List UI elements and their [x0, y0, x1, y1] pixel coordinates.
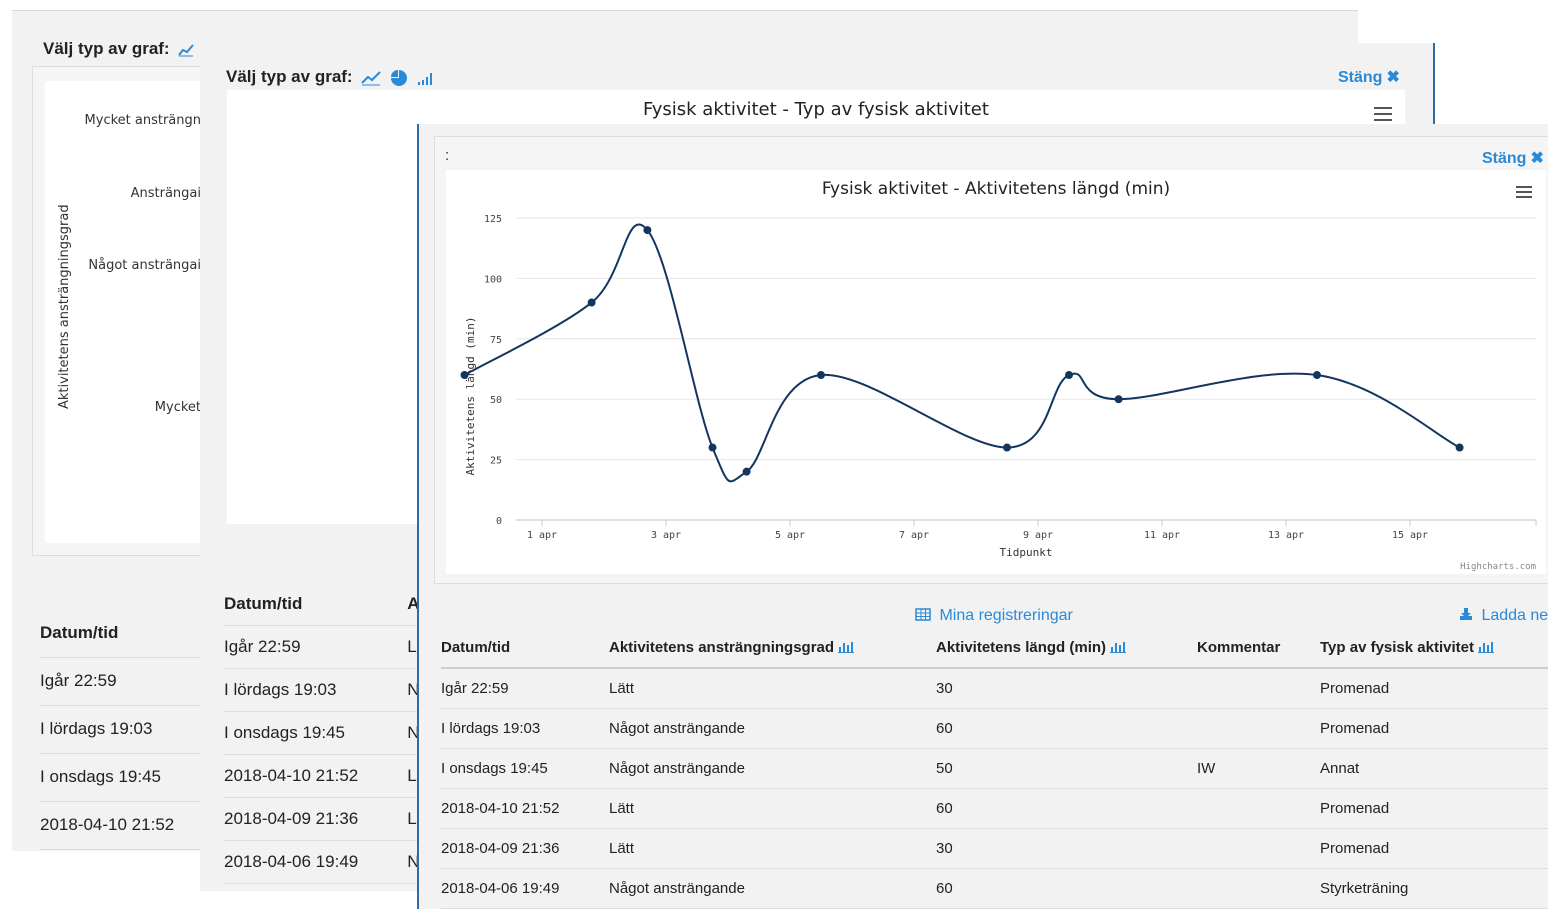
table-row[interactable]: 2018-04-10 21:52 — [40, 801, 210, 849]
middle-chart-title: Fysisk aktivitet - Typ av fysisk aktivit… — [643, 99, 989, 120]
chart-title: Fysisk aktivitet - Aktivitetens längd (m… — [822, 179, 1170, 199]
column-header-activity-type[interactable]: Typ av fysisk aktivitet — [1320, 628, 1548, 668]
table-row[interactable]: 2018-04-06 19:49 Något ansträngande 60 Styr… — [441, 868, 1548, 908]
close-icon: ✖ — [1386, 69, 1400, 86]
table-row[interactable]: Igår 22:59 L — [224, 625, 424, 668]
table-row[interactable]: 2018-04-09 21:36 L — [224, 797, 424, 840]
download-link[interactable]: Ladda ne — [1459, 607, 1548, 625]
table-row[interactable]: 2018-04-06 19:49 N — [224, 840, 424, 883]
line-chart-icon[interactable] — [178, 43, 195, 57]
y-tick-label: 125 — [484, 214, 502, 225]
data-point[interactable] — [1455, 443, 1464, 452]
data-point[interactable] — [587, 298, 596, 307]
table-row[interactable]: I lördags 19:03 Något ansträngande 60 Prome… — [441, 708, 1548, 748]
category-label: Mycket ansträngn — [84, 113, 201, 128]
chart-menu-icon[interactable] — [1374, 107, 1392, 121]
table-row[interactable]: 2018-04-09 21:36 Lätt 30 Promenad — [441, 828, 1548, 868]
data-point[interactable] — [1003, 443, 1011, 452]
panel-header-text: : — [445, 147, 450, 164]
y-axis-title: Aktivitetens längd (min) — [464, 317, 477, 476]
my-registrations-link[interactable]: Mina registreringar — [915, 607, 1073, 625]
pie-chart-icon[interactable] — [390, 69, 408, 87]
y-tick-label: 25 — [490, 456, 502, 467]
y-tick-label: 0 — [496, 516, 502, 527]
table-icon — [915, 608, 931, 621]
bar-chart-icon[interactable] — [838, 641, 855, 653]
download-icon — [1460, 608, 1472, 620]
graph-type-selector: Välj typ av graf: — [226, 67, 435, 87]
table-row[interactable]: I lördags 19:03 — [40, 705, 210, 753]
table-row[interactable]: 2018-04-10 21:52 Lätt 60 Promenad — [441, 788, 1548, 828]
close-button[interactable]: Stäng ✖ — [1338, 67, 1400, 87]
column-header: Datum/tid — [224, 593, 303, 613]
x-tick-label: 9 apr — [1023, 530, 1053, 541]
category-label: Mycket — [154, 400, 201, 415]
column-header-effort[interactable]: Aktivitetens ansträngningsgrad — [609, 628, 936, 668]
y-tick-label: 75 — [490, 335, 502, 346]
y-tick-label: 100 — [484, 274, 502, 285]
back-records-table: Datum/tid Igår 22:59 I lördags 19:03 I o… — [40, 609, 210, 850]
middle-records-table: Datum/tid A Igår 22:59 L I lördags 19:03 N… — [224, 583, 424, 884]
bar-chart-icon[interactable] — [1110, 641, 1127, 653]
table-row[interactable]: 2018-04-10 21:52 L — [224, 754, 424, 797]
table-row[interactable]: I onsdags 19:45 — [40, 753, 210, 801]
back-y-axis-title: Aktivitetens ansträngningsgrad — [57, 204, 72, 409]
table-row[interactable]: Igår 22:59 Lätt 30 Promenad — [441, 668, 1548, 708]
front-window: : Stäng ✖ Fysisk aktivitet - Aktivitetens… — [417, 124, 1548, 909]
graph-type-selector: Välj typ av graf: — [43, 39, 195, 59]
category-label: Ansträngai — [130, 186, 201, 201]
x-tick-label: 13 apr — [1268, 530, 1304, 541]
bar-chart-icon[interactable] — [1477, 641, 1494, 653]
data-point[interactable] — [742, 467, 751, 476]
column-header-datetime[interactable]: Datum/tid — [441, 628, 609, 668]
graph-type-label: Välj typ av graf: — [226, 67, 353, 86]
line-chart-icon[interactable] — [361, 70, 382, 86]
table-row[interactable]: I onsdags 19:45 Något ansträngande 50 IW Ann… — [441, 748, 1548, 788]
chart-menu-icon[interactable] — [1516, 186, 1532, 198]
column-header-comment[interactable]: Kommentar — [1197, 628, 1320, 668]
data-point[interactable] — [460, 371, 469, 380]
line-chart: Fysisk aktivitet - Aktivitetens längd (m… — [446, 170, 1546, 574]
close-icon: ✖ — [1530, 150, 1544, 167]
bar-chart-icon[interactable] — [417, 71, 435, 85]
data-point[interactable] — [708, 443, 717, 452]
table-row[interactable]: I lördags 19:03 N — [224, 668, 424, 711]
data-point[interactable] — [643, 226, 652, 235]
x-axis-title: Tidpunkt — [1000, 546, 1053, 559]
data-point[interactable] — [1114, 395, 1123, 404]
data-point[interactable] — [1313, 371, 1321, 380]
x-tick-label: 7 apr — [899, 530, 929, 541]
x-tick-label: 11 apr — [1144, 530, 1180, 541]
column-header-duration[interactable]: Aktivitetens längd (min) — [936, 628, 1197, 668]
x-tick-label: 15 apr — [1392, 530, 1428, 541]
records-table: Datum/tid Aktivitetens ansträngningsgrad… — [441, 628, 1548, 909]
highcharts-credit[interactable]: Highcharts.com — [1460, 562, 1536, 572]
x-tick-label: 1 apr — [527, 530, 557, 541]
graph-type-label: Välj typ av graf: — [43, 39, 170, 58]
data-point[interactable] — [1065, 371, 1073, 380]
table-row[interactable]: Igår 22:59 — [40, 657, 210, 705]
category-label: Något ansträngai — [88, 258, 201, 273]
close-button[interactable]: Stäng ✖ — [1482, 148, 1544, 168]
y-tick-label: 50 — [490, 395, 502, 406]
data-point[interactable] — [817, 371, 825, 380]
x-tick-label: 3 apr — [651, 530, 681, 541]
column-header: Datum/tid — [40, 622, 119, 642]
table-row[interactable]: I onsdags 19:45 N — [224, 711, 424, 754]
x-tick-label: 5 apr — [775, 530, 805, 541]
